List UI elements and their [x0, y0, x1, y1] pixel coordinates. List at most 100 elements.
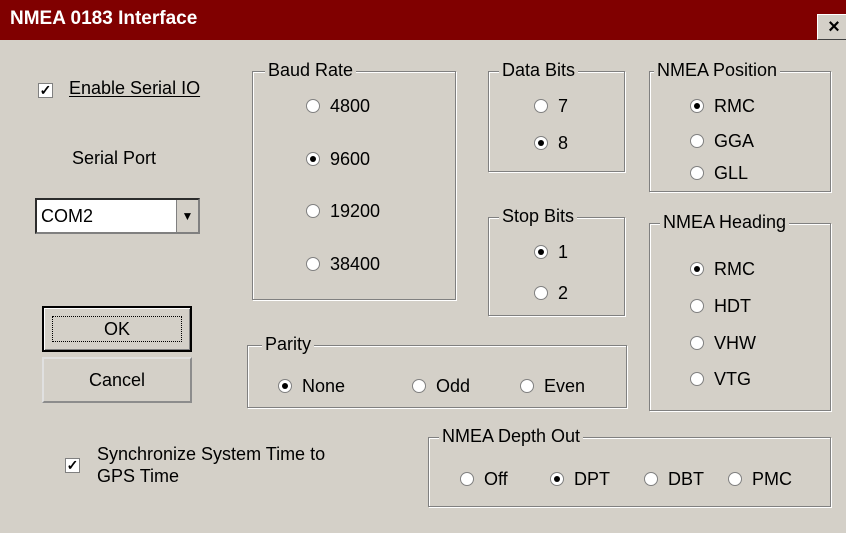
- close-button[interactable]: ×: [817, 14, 846, 40]
- radio-label: Off: [484, 468, 508, 489]
- radio-selected-icon: [690, 99, 704, 113]
- radio-label: GLL: [714, 162, 749, 183]
- radio-selected-icon: [690, 262, 704, 276]
- radio-label: 7: [558, 95, 569, 116]
- radio-label: RMC: [714, 258, 755, 279]
- baud-4800-radio[interactable]: 4800: [306, 94, 370, 118]
- baud-rate-legend: Baud Rate: [265, 60, 357, 81]
- radio-label: VTG: [714, 368, 752, 389]
- radio-icon: [534, 286, 548, 300]
- radio-label: DPT: [574, 468, 610, 489]
- radio-label: HDT: [714, 295, 751, 316]
- depth-dpt-radio[interactable]: DPT: [550, 467, 610, 491]
- sync-time-label-line2: GPS Time: [97, 466, 180, 486]
- serial-port-label: Serial Port: [72, 148, 157, 168]
- chevron-down-icon[interactable]: ▼: [176, 200, 198, 232]
- nmea-heading-legend: NMEA Heading: [660, 212, 790, 233]
- radio-icon: [690, 372, 704, 386]
- data-bits-8-radio[interactable]: 8: [534, 131, 568, 155]
- radio-label: DBT: [668, 468, 704, 489]
- radio-icon: [690, 134, 704, 148]
- radio-icon: [306, 99, 320, 113]
- radio-icon: [520, 379, 534, 393]
- window-title: NMEA 0183 Interface: [10, 8, 198, 29]
- baud-rate-group: Baud Rate 4800 9600 19200 38400: [252, 60, 456, 300]
- close-icon: ×: [828, 16, 840, 38]
- radio-icon: [690, 299, 704, 313]
- nmea-position-group: NMEA Position RMC GGA GLL: [649, 60, 831, 192]
- depth-off-radio[interactable]: Off: [460, 467, 508, 491]
- radio-label: GGA: [714, 130, 755, 151]
- radio-icon: [412, 379, 426, 393]
- focus-rect: [52, 316, 182, 342]
- parity-group: Parity None Odd Even: [247, 334, 627, 408]
- cancel-button[interactable]: Cancel: [42, 357, 192, 403]
- depth-dbt-radio[interactable]: DBT: [644, 467, 704, 491]
- radio-label: 8: [558, 132, 569, 153]
- radio-label: RMC: [714, 95, 755, 116]
- position-gll-radio[interactable]: GLL: [690, 161, 748, 185]
- radio-icon: [644, 472, 658, 486]
- radio-label: Odd: [436, 375, 471, 396]
- radio-label: None: [302, 375, 346, 396]
- radio-selected-icon: [534, 136, 548, 150]
- stop-bits-legend: Stop Bits: [499, 206, 578, 227]
- title-bar: NMEA 0183 Interface ×: [0, 0, 846, 40]
- depth-out-group: NMEA Depth Out Off DPT DBT PMC: [428, 426, 831, 507]
- depth-pmc-radio[interactable]: PMC: [728, 467, 792, 491]
- cancel-label: Cancel: [88, 370, 146, 390]
- sync-time-label-line1: Synchronize System Time to: [97, 444, 326, 464]
- radio-icon: [728, 472, 742, 486]
- radio-icon: [306, 204, 320, 218]
- radio-selected-icon: [306, 152, 320, 166]
- heading-hdt-radio[interactable]: HDT: [690, 294, 751, 318]
- serial-port-value: COM2: [41, 206, 94, 226]
- heading-vhw-radio[interactable]: VHW: [690, 331, 756, 355]
- enable-serial-checkbox[interactable]: ✓: [38, 83, 53, 98]
- radio-label: 1: [558, 241, 569, 262]
- radio-icon: [690, 336, 704, 350]
- radio-label: 9600: [330, 148, 371, 169]
- checkmark-icon: ✓: [66, 457, 79, 473]
- radio-selected-icon: [550, 472, 564, 486]
- heading-rmc-radio[interactable]: RMC: [690, 257, 755, 281]
- enable-serial-label: Enable Serial IO: [69, 78, 201, 98]
- baud-38400-radio[interactable]: 38400: [306, 252, 380, 276]
- ok-button[interactable]: OK: [42, 306, 192, 352]
- depth-out-legend: NMEA Depth Out: [439, 426, 584, 447]
- heading-vtg-radio[interactable]: VTG: [690, 367, 751, 391]
- radio-selected-icon: [534, 245, 548, 259]
- data-bits-legend: Data Bits: [499, 60, 579, 81]
- baud-19200-radio[interactable]: 19200: [306, 199, 380, 223]
- stop-bits-2-radio[interactable]: 2: [534, 281, 568, 305]
- nmea-heading-group: NMEA Heading RMC HDT VHW VTG: [649, 212, 831, 411]
- radio-label: 38400: [330, 253, 381, 274]
- nmea-dialog: NMEA 0183 Interface × ✓ Enable Serial IO…: [0, 0, 846, 533]
- radio-label: 2: [558, 282, 569, 303]
- data-bits-group: Data Bits 7 8: [488, 60, 625, 172]
- radio-icon: [306, 257, 320, 271]
- checkmark-icon: ✓: [39, 82, 52, 98]
- radio-label: VHW: [714, 332, 756, 353]
- sync-time-checkbox[interactable]: ✓: [65, 458, 80, 473]
- radio-icon: [534, 99, 548, 113]
- radio-icon: [690, 166, 704, 180]
- radio-label: PMC: [752, 468, 792, 489]
- radio-label: 4800: [330, 95, 371, 116]
- serial-port-select[interactable]: COM2 ▼: [35, 198, 200, 234]
- radio-selected-icon: [278, 379, 292, 393]
- stop-bits-group: Stop Bits 1 2: [488, 206, 625, 316]
- radio-icon: [460, 472, 474, 486]
- parity-legend: Parity: [262, 334, 315, 355]
- stop-bits-1-radio[interactable]: 1: [534, 240, 568, 264]
- parity-none-radio[interactable]: None: [278, 374, 345, 398]
- baud-9600-radio[interactable]: 9600: [306, 147, 370, 171]
- data-bits-7-radio[interactable]: 7: [534, 94, 568, 118]
- parity-even-radio[interactable]: Even: [520, 374, 585, 398]
- parity-odd-radio[interactable]: Odd: [412, 374, 470, 398]
- position-rmc-radio[interactable]: RMC: [690, 94, 755, 118]
- radio-label: Even: [544, 375, 586, 396]
- position-gga-radio[interactable]: GGA: [690, 129, 754, 153]
- radio-label: 19200: [330, 200, 381, 221]
- nmea-position-legend: NMEA Position: [654, 60, 781, 81]
